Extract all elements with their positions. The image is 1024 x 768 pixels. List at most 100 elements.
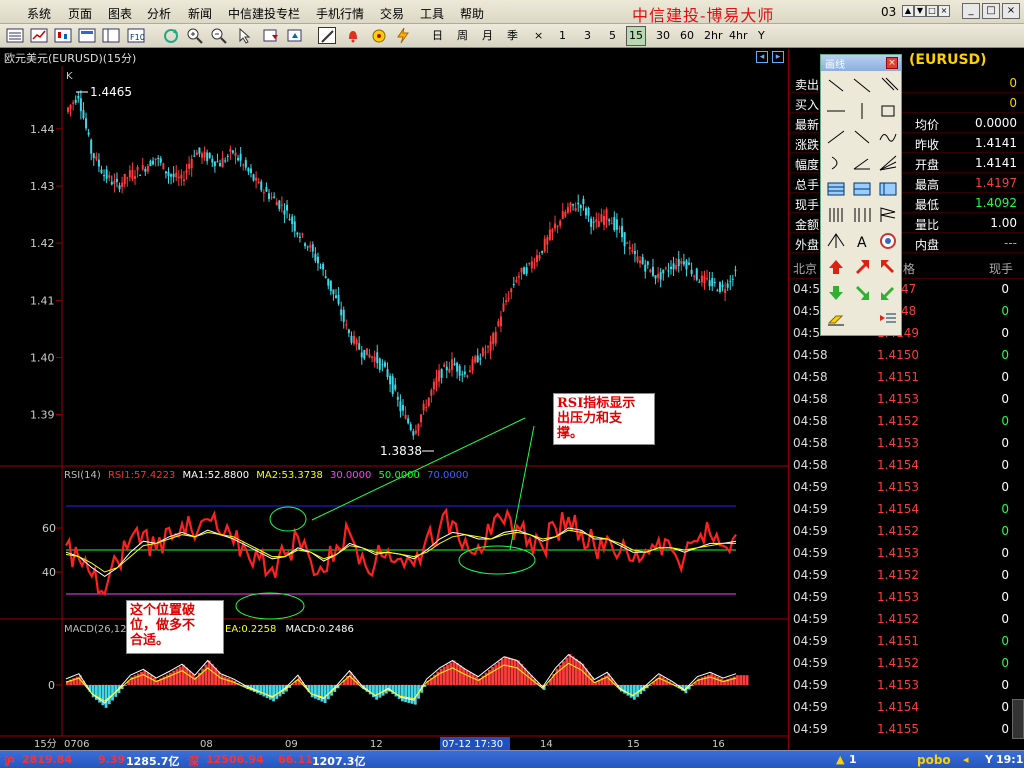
tick-row[interactable]: 04:58 1.4150 0 [789, 345, 1024, 367]
wave-icon[interactable] [876, 126, 900, 148]
period-1[interactable]: 1 [557, 28, 568, 44]
line-chart-icon[interactable] [30, 27, 48, 44]
spin-up-icon[interactable]: ▲ [902, 5, 914, 17]
tick-row[interactable]: 04:59 1.4153 0 [789, 675, 1024, 697]
vertical-line-icon[interactable] [850, 100, 874, 122]
spin-close-icon[interactable]: × [938, 5, 950, 17]
channel-icon[interactable] [876, 178, 900, 200]
arrow-down-icon[interactable] [824, 282, 848, 304]
menu-news[interactable]: 新闻 [188, 5, 212, 22]
f10-info-icon[interactable]: F10 [127, 27, 145, 44]
arc-icon[interactable] [824, 152, 848, 174]
list-view-icon[interactable] [6, 27, 24, 44]
arrow-up-icon[interactable] [824, 256, 848, 278]
tick-row[interactable]: 04:59 1.4152 0 [789, 565, 1024, 587]
tick-row[interactable]: 04:59 1.4151 0 [789, 631, 1024, 653]
eraser-icon[interactable] [824, 308, 848, 330]
tick-row[interactable]: 04:59 1.4152 0 [789, 521, 1024, 543]
tick-row[interactable]: 04:59 1.4154 0 [789, 499, 1024, 521]
alarm-bell-icon[interactable] [344, 27, 362, 44]
horizontal-line-icon[interactable] [824, 100, 848, 122]
cursor-icon[interactable] [236, 27, 254, 44]
main-chart[interactable]: K 1.44 1.43 1.42 1.41 1.40 1.39 1.4465 1.3838… [0, 66, 788, 754]
tick-detail-icon[interactable] [102, 27, 120, 44]
tick-row[interactable]: 04:58 1.4151 0 [789, 367, 1024, 389]
palette-close-icon[interactable]: × [886, 57, 898, 69]
menu-help[interactable]: 帮助 [460, 5, 484, 22]
menu-tools[interactable]: 工具 [420, 5, 444, 22]
menu-page[interactable]: 页面 [68, 5, 92, 22]
zoom-in-icon[interactable] [186, 27, 204, 44]
export-icon[interactable] [262, 27, 280, 44]
tick-row[interactable]: 04:59 1.4154 0 [789, 697, 1024, 719]
maximize-icon[interactable]: □ [982, 3, 1000, 19]
period-quarter[interactable]: 季 [505, 28, 520, 44]
minimize-icon[interactable]: _ [962, 3, 980, 19]
tick-row[interactable]: 04:59 1.4153 0 [789, 587, 1024, 609]
tick-row[interactable]: 04:58 1.4154 0 [789, 455, 1024, 477]
menu-mobile-quotes[interactable]: 手机行情 [316, 5, 364, 22]
import-icon[interactable] [286, 27, 304, 44]
quote-table-icon[interactable] [78, 27, 96, 44]
tick-row[interactable]: 04:59 1.4152 0 [789, 653, 1024, 675]
draw-tool-icon[interactable] [318, 27, 336, 44]
chart-canvas[interactable]: K 1.44 1.43 1.42 1.41 1.40 1.39 1.4465 1.3838… [0, 66, 788, 754]
period-close[interactable]: × [532, 28, 545, 44]
menu-trade[interactable]: 交易 [380, 5, 404, 22]
tick-row[interactable]: 04:59 1.4152 0 [789, 609, 1024, 631]
chart-scroll-right-icon[interactable]: ▸ [772, 51, 784, 63]
period-15[interactable]: 15 [626, 26, 646, 46]
candle-chart-icon[interactable] [54, 27, 72, 44]
speed-lines-icon[interactable] [876, 204, 900, 226]
flash-trade-icon[interactable] [394, 27, 412, 44]
menu-system[interactable]: 系统 [27, 5, 51, 22]
fan-lines-icon[interactable] [876, 152, 900, 174]
time-zones-icon[interactable] [824, 204, 848, 226]
line-ray-icon[interactable] [850, 74, 874, 96]
period-month[interactable]: 月 [480, 28, 495, 44]
line-segment-icon[interactable] [824, 74, 848, 96]
menu-analysis[interactable]: 分析 [147, 5, 171, 22]
time-cycle-icon[interactable] [850, 204, 874, 226]
spin-restore-icon[interactable]: □ [926, 5, 938, 17]
alert-icon[interactable]: ▲ [836, 753, 844, 766]
tick-row[interactable]: 04:59 1.4153 0 [789, 543, 1024, 565]
tick-row[interactable]: 04:59 1.4155 0 [789, 719, 1024, 741]
period-day[interactable]: 日 [430, 28, 445, 44]
arrow-down-right-icon[interactable] [850, 282, 874, 304]
chart-scroll-left-icon[interactable]: ◂ [756, 51, 768, 63]
menu-citic-column[interactable]: 中信建投专栏 [228, 5, 300, 22]
tick-row[interactable]: 04:58 1.4153 0 [789, 389, 1024, 411]
tick-row[interactable]: 04:59 1.4153 0 [789, 477, 1024, 499]
color-wheel-icon[interactable] [876, 230, 900, 252]
arrow-up-right-icon[interactable] [850, 256, 874, 278]
period-30[interactable]: 30 [654, 28, 672, 44]
tick-row[interactable]: 04:58 1.4153 0 [789, 433, 1024, 455]
period-year[interactable]: Y [756, 28, 767, 44]
period-4hr[interactable]: 4hr [727, 28, 750, 44]
text-tool-icon[interactable]: A [850, 230, 874, 252]
arrow-up-left-icon[interactable] [876, 256, 900, 278]
andrews-fork-icon[interactable] [824, 230, 848, 252]
gann-box-icon[interactable] [850, 178, 874, 200]
period-60[interactable]: 60 [678, 28, 696, 44]
arrow-line-icon[interactable] [850, 126, 874, 148]
tick-row[interactable]: 04:58 1.4152 0 [789, 411, 1024, 433]
plugin-icon[interactable] [370, 27, 388, 44]
parallel-line-icon[interactable] [876, 74, 900, 96]
trend-line-icon[interactable] [824, 126, 848, 148]
tick-scrollbar[interactable] [1012, 699, 1024, 739]
zoom-out-icon[interactable] [210, 27, 228, 44]
fibonacci-icon[interactable] [824, 178, 848, 200]
rectangle-icon[interactable] [876, 100, 900, 122]
angle-icon[interactable] [850, 152, 874, 174]
period-2hr[interactable]: 2hr [702, 28, 725, 44]
delete-lines-icon[interactable] [876, 308, 900, 330]
period-week[interactable]: 周 [455, 28, 470, 44]
arrow-down-left-icon[interactable] [876, 282, 900, 304]
palette-titlebar[interactable]: 画线 × [821, 55, 901, 71]
menu-chart[interactable]: 图表 [108, 5, 132, 22]
period-3[interactable]: 3 [582, 28, 593, 44]
sound-icon[interactable]: ◂ [963, 753, 969, 766]
spin-down-icon[interactable]: ▼ [914, 5, 926, 17]
